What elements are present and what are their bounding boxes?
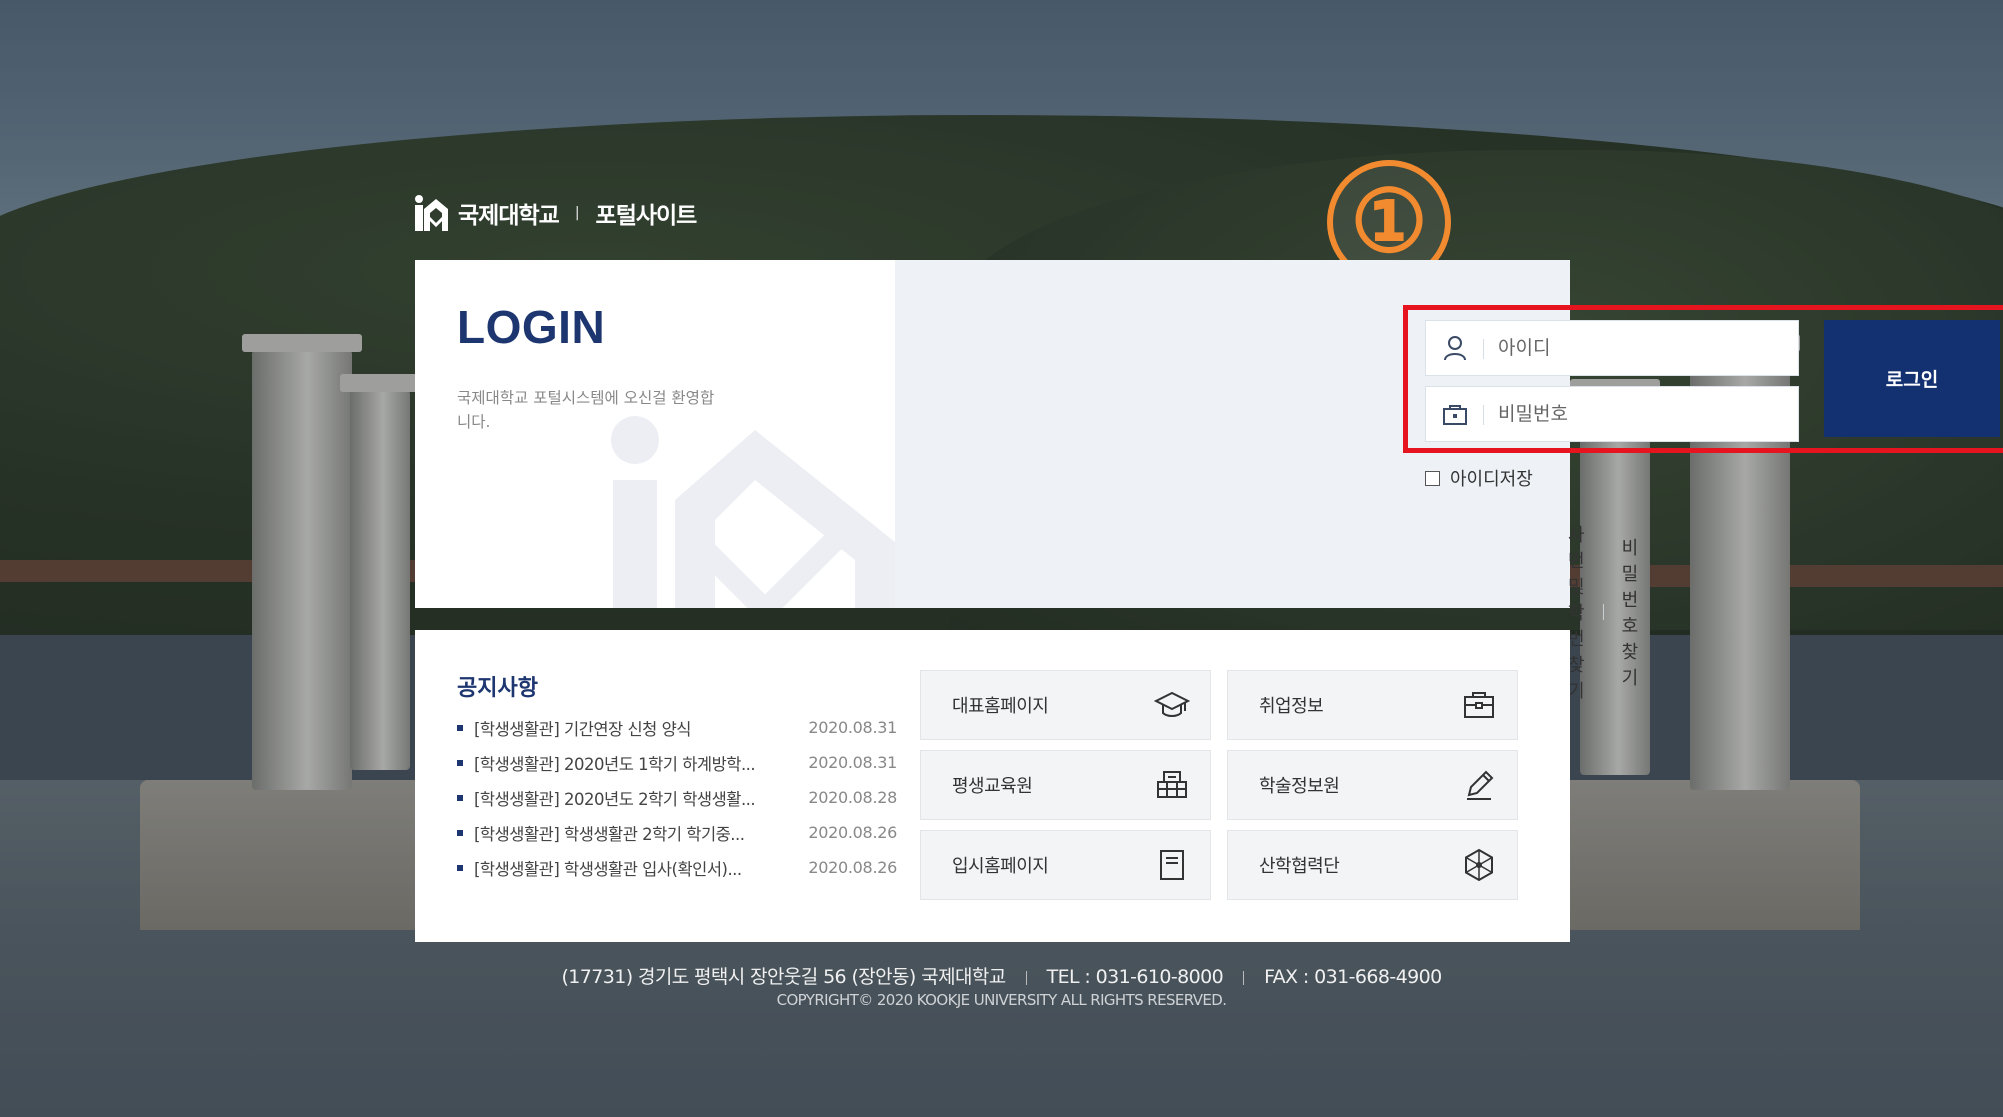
site-logo[interactable]: 국제대학교 | 포털사이트 xyxy=(414,193,698,233)
login-intro: LOGIN 국제대학교 포털시스템에 오신걸 환영합니다. xyxy=(415,260,895,608)
quick-link-label: 학술정보원 xyxy=(1259,776,1340,797)
network-icon xyxy=(1465,848,1493,882)
login-panel: LOGIN 국제대학교 포털시스템에 오신걸 환영합니다. 로그인 아이디저장 xyxy=(415,260,2003,702)
graduation-cap-icon xyxy=(1154,691,1190,717)
footer-address: (17731) 경기도 평택시 장안웃길 56 (장안동) 국제대학교 xyxy=(561,966,1006,988)
notice-item[interactable]: [학생생활관] 기간연장 신청 양식 2020.08.31 xyxy=(457,710,897,745)
quick-link-label: 대표홈페이지 xyxy=(952,696,1049,717)
footer-divider xyxy=(1243,970,1245,985)
quick-link-admissions[interactable]: 입시홈페이지 xyxy=(920,830,1211,900)
pencil-icon xyxy=(1467,770,1494,800)
notice-text[interactable]: [학생생활관] 학생생활관 입사(확인서)... xyxy=(474,856,805,880)
notice-item[interactable]: [학생생활관] 학생생활관 2학기 학기중... 2020.08.26 xyxy=(457,815,897,850)
login-form: 로그인 아이디저장 사번 및 학번찾기 비밀번호 찾기 xyxy=(895,260,2003,702)
bullet-icon xyxy=(457,794,463,801)
briefcase-icon xyxy=(1464,692,1494,718)
login-title: LOGIN xyxy=(457,301,606,353)
quick-link-lifelong-education[interactable]: 평생교육원 xyxy=(920,750,1211,820)
footer-tel: TEL : 031-610-8000 xyxy=(1046,966,1224,988)
save-id-label: 아이디저장 xyxy=(1450,469,1533,490)
bullet-icon xyxy=(457,864,463,871)
notice-date: 2020.08.31 xyxy=(808,753,897,772)
quick-link-label: 평생교육원 xyxy=(952,776,1033,797)
account-recovery-links: 사번 및 학번찾기 비밀번호 찾기 xyxy=(1568,521,1638,703)
notice-title: 공지사항 xyxy=(457,676,538,701)
logo-watermark-icon xyxy=(611,416,895,608)
site-name: 포털사이트 xyxy=(595,203,698,229)
notice-date: 2020.08.26 xyxy=(808,823,897,842)
save-id-option[interactable]: 아이디저장 xyxy=(1425,465,1533,491)
notice-list: [학생생활관] 기간연장 신청 양식 2020.08.31 [학생생활관] 202… xyxy=(457,710,897,885)
notice-date: 2020.08.28 xyxy=(808,788,897,807)
document-icon xyxy=(1160,850,1184,880)
footer-divider xyxy=(1025,970,1027,985)
notice-text[interactable]: [학생생활관] 2020년도 1학기 하계방학... xyxy=(474,751,805,775)
bullet-icon xyxy=(457,759,463,766)
footer-contact: (17731) 경기도 평택시 장안웃길 56 (장안동) 국제대학교 TEL :… xyxy=(0,962,2003,989)
notice-item[interactable]: [학생생활관] 2020년도 2학기 학생생활... 2020.08.28 xyxy=(457,780,897,815)
quick-link-label: 취업정보 xyxy=(1259,696,1324,717)
quick-link-label: 입시홈페이지 xyxy=(952,856,1049,877)
notice-text[interactable]: [학생생활관] 기간연장 신청 양식 xyxy=(474,716,805,740)
notice-date: 2020.08.31 xyxy=(808,718,897,737)
annotation-highlight-box xyxy=(1403,305,2003,453)
footer-fax: FAX : 031-668-4900 xyxy=(1264,966,1442,988)
notice-item[interactable]: [학생생활관] 2020년도 1학기 하계방학... 2020.08.31 xyxy=(457,745,897,780)
logo-separator: | xyxy=(574,205,580,221)
quick-link-jobs[interactable]: 취업정보 xyxy=(1227,670,1518,740)
notice-item[interactable]: [학생생활관] 학생생활관 입사(확인서)... 2020.08.26 xyxy=(457,850,897,885)
university-name: 국제대학교 xyxy=(458,203,560,229)
save-id-checkbox[interactable] xyxy=(1425,470,1440,486)
footer-copyright: COPYRIGHT© 2020 KOOKJE UNIVERSITY ALL RI… xyxy=(776,991,1227,1009)
quick-link-academic-info[interactable]: 학술정보원 xyxy=(1227,750,1518,820)
quick-link-homepage[interactable]: 대표홈페이지 xyxy=(920,670,1211,740)
quick-link-label: 산학협력단 xyxy=(1259,856,1340,877)
bullet-icon xyxy=(457,829,463,836)
find-id-link[interactable]: 사번 및 학번찾기 xyxy=(1568,521,1585,703)
quick-link-industry-cooperation[interactable]: 산학협력단 xyxy=(1227,830,1518,900)
bullet-icon xyxy=(457,724,463,731)
notice-text[interactable]: [학생생활관] 2020년도 2학기 학생생활... xyxy=(474,786,805,810)
building-icon xyxy=(1157,771,1187,798)
notice-date: 2020.08.26 xyxy=(808,858,897,877)
find-password-link[interactable]: 비밀번호 찾기 xyxy=(1622,534,1639,690)
info-panel: 공지사항 [학생생활관] 기간연장 신청 양식 2020.08.31 [학생생활관… xyxy=(415,630,1570,942)
university-logo-icon xyxy=(415,195,448,231)
notice-text[interactable]: [학생생활관] 학생생활관 2학기 학기중... xyxy=(474,821,805,845)
